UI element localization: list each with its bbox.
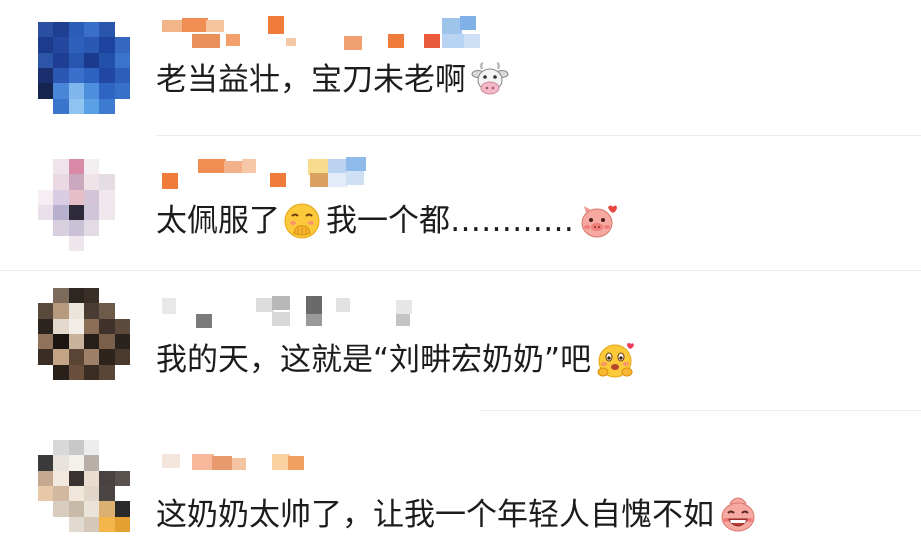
avatar[interactable] [38,440,130,532]
comment-text: 太佩服了 我一个都………… [156,201,618,241]
comment-body: 这奶奶太帅了，让我一个年轻人自愧不如 [156,497,714,533]
username-blurred[interactable] [160,14,520,50]
comment-text: 老当益壮，宝刀未老啊 [156,60,510,100]
avatar[interactable] [38,159,130,251]
username-blurred[interactable] [160,450,520,484]
comment-body-end: 我一个都………… [326,203,574,239]
comment-body-start: 太佩服了 [156,203,280,239]
blushing-pig-icon [578,201,618,241]
comment-item: 老当益壮，宝刀未老啊 [0,0,921,135]
hand-over-mouth-icon [282,201,322,241]
grinning-pig-icon [718,495,758,535]
comment-item: 我的天，这就是“刘畊宏奶奶”吧 [0,270,921,410]
avatar[interactable] [38,288,130,380]
heart-eyes-hug-icon [595,340,635,380]
username-blurred[interactable] [160,294,520,328]
comment-body: 我的天，这就是“刘畊宏奶奶”吧 [156,342,592,378]
comment-item: 太佩服了 我一个都………… [0,135,921,270]
comment-text: 这奶奶太帅了，让我一个年轻人自愧不如 [156,495,758,535]
avatar[interactable] [38,22,130,114]
username-blurred[interactable] [160,155,520,189]
comment-body: 老当益壮，宝刀未老啊 [156,62,466,98]
comment-item: 这奶奶太帅了，让我一个年轻人自愧不如 [0,410,921,549]
cow-icon [470,60,510,100]
comment-text: 我的天，这就是“刘畊宏奶奶”吧 [156,340,635,380]
